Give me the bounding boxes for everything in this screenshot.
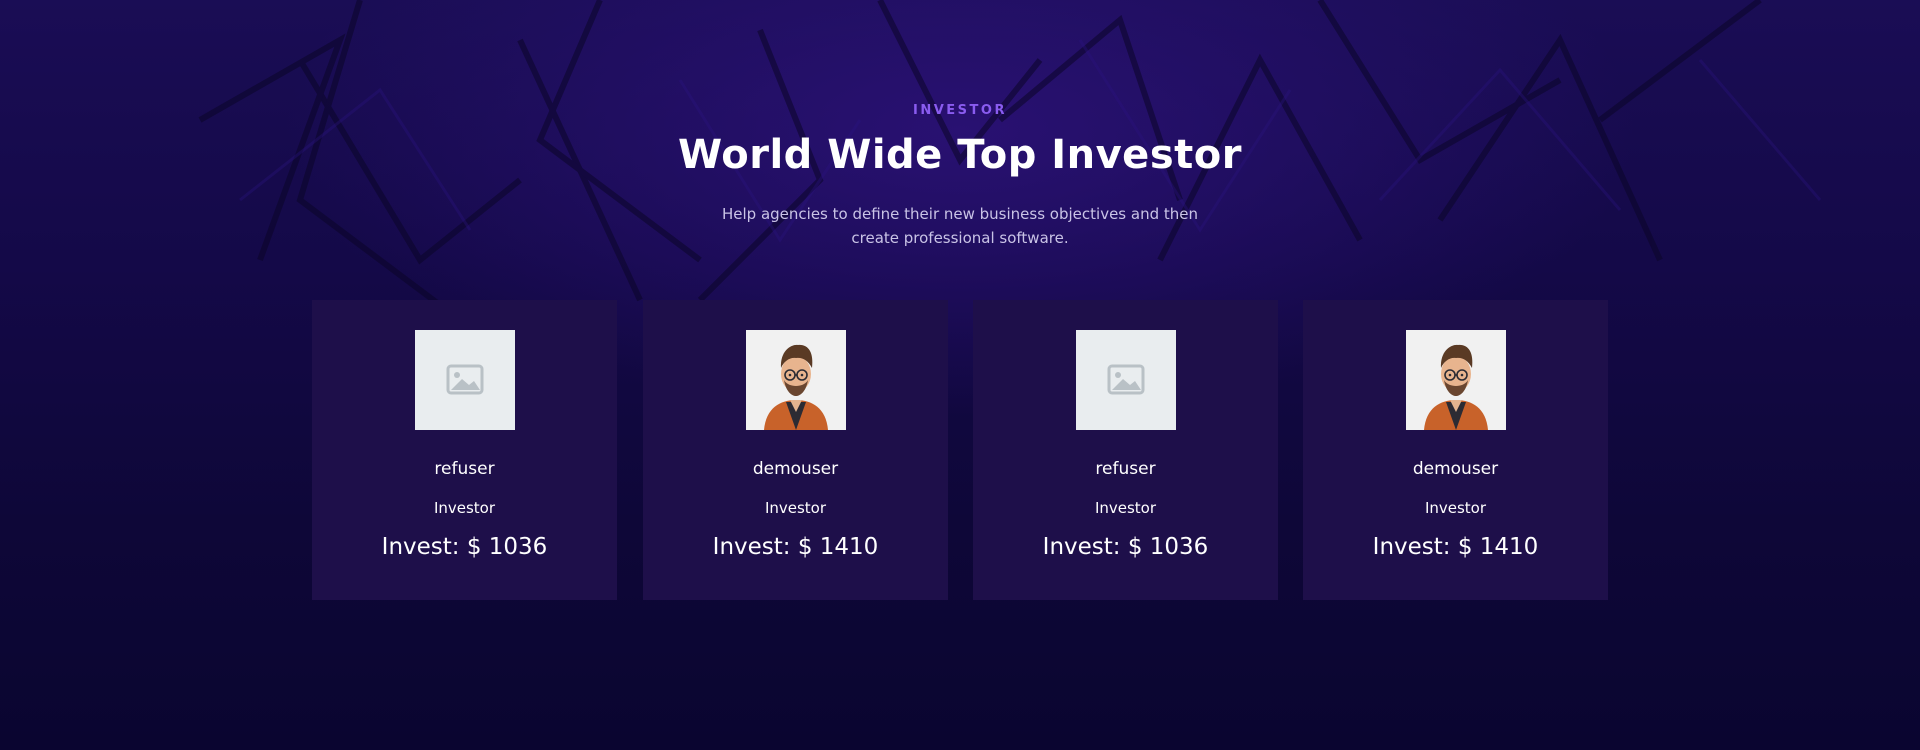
investor-card[interactable]: demouser Investor Invest: $ 1410 (1303, 300, 1608, 600)
investor-avatar (1406, 330, 1506, 430)
investor-section: INVESTOR World Wide Top Investor Help ag… (0, 0, 1920, 750)
investor-amount: Invest: $ 1036 (381, 534, 548, 560)
investor-avatar (746, 330, 846, 430)
investor-amount: Invest: $ 1410 (712, 534, 879, 560)
investor-name: refuser (434, 459, 495, 479)
section-eyebrow: INVESTOR (913, 103, 1007, 118)
investor-role: Investor (1094, 499, 1157, 517)
cartoon-man-avatar (1406, 330, 1506, 430)
investor-role: Investor (433, 499, 496, 517)
placeholder-image-icon (415, 330, 515, 430)
investor-name: demouser (752, 459, 839, 479)
placeholder-image-icon (1076, 330, 1176, 430)
investor-avatar (415, 330, 515, 430)
section-title: World Wide Top Investor (678, 132, 1242, 178)
section-subtitle: Help agencies to define their new busine… (722, 205, 1198, 247)
investor-amount: Invest: $ 1036 (1042, 534, 1209, 560)
investor-name: demouser (1412, 459, 1499, 479)
investor-cards: refuser Investor Invest: $ 1036 demouser… (312, 300, 1608, 600)
cartoon-man-avatar (746, 330, 846, 430)
investor-amount: Invest: $ 1410 (1372, 534, 1539, 560)
investor-avatar (1076, 330, 1176, 430)
investor-name: refuser (1095, 459, 1156, 479)
investor-role: Investor (1424, 499, 1487, 517)
investor-card[interactable]: refuser Investor Invest: $ 1036 (973, 300, 1278, 600)
investor-role: Investor (764, 499, 827, 517)
investor-card[interactable]: demouser Investor Invest: $ 1410 (643, 300, 948, 600)
investor-card[interactable]: refuser Investor Invest: $ 1036 (312, 300, 617, 600)
